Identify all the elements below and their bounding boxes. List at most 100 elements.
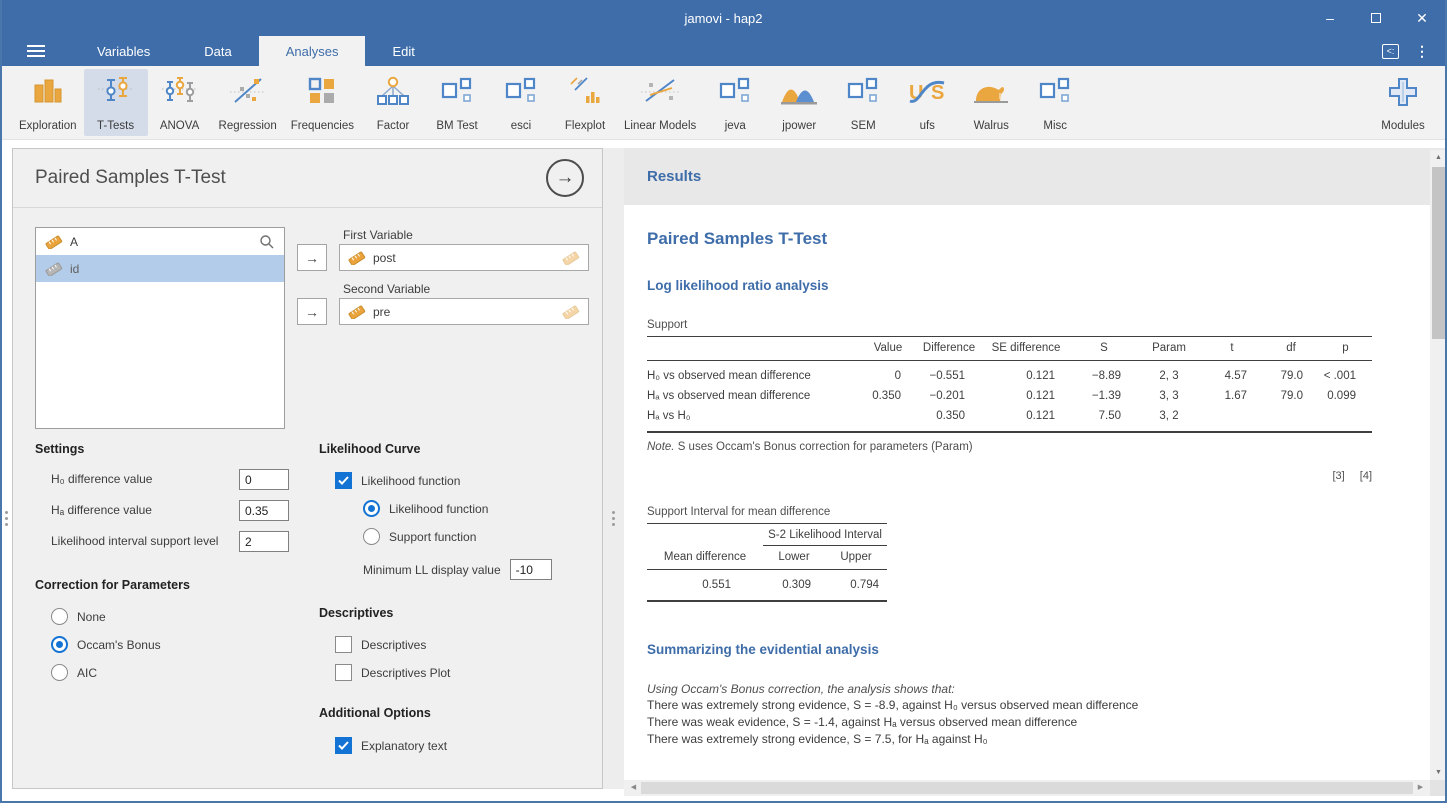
explanatory-text-checkbox-row[interactable]: Explanatory text <box>335 737 447 754</box>
list-item[interactable]: id <box>36 255 284 282</box>
overflow-menu-icon[interactable]: ⋮ <box>1415 43 1429 60</box>
search-icon[interactable] <box>259 234 275 250</box>
correction-heading: Correction for Parameters <box>35 578 190 592</box>
checkbox-checked-icon[interactable] <box>335 737 352 754</box>
assign-second-variable-button[interactable]: → <box>297 298 327 325</box>
radio-selected-icon[interactable] <box>51 636 68 653</box>
support-table-title: Support <box>647 319 688 331</box>
first-variable-label: First Variable <box>343 228 413 242</box>
maximize-button[interactable] <box>1353 0 1399 36</box>
ribbon-item-linear-models[interactable]: Linear Models <box>617 69 703 136</box>
tab-analyses[interactable]: Analyses <box>258 36 366 66</box>
ufs-logo-icon: US <box>907 74 947 107</box>
options-header: Paired Samples T-Test → <box>13 149 602 208</box>
tabbar-right-controls: <: ⋮ <box>1382 36 1445 66</box>
ha-difference-input[interactable] <box>239 500 289 521</box>
results-analysis-title[interactable]: Paired Samples T-Test <box>647 229 1407 249</box>
errorbar-trio-icon <box>161 74 198 107</box>
list-item[interactable]: A <box>36 228 284 255</box>
support-header-row: Value Difference SE difference S Param t… <box>647 336 1372 361</box>
ribbon-item-misc[interactable]: Misc <box>1023 69 1087 136</box>
ribbon-item-factor[interactable]: Factor <box>361 69 425 136</box>
radio-icon[interactable] <box>51 608 68 625</box>
ha-difference-row: Hₐ difference value <box>51 503 152 517</box>
vertical-scroll-thumb[interactable] <box>1432 167 1445 339</box>
radio-icon[interactable] <box>363 528 380 545</box>
window-title: jamovi - hap2 <box>684 10 763 26</box>
walrus-icon <box>972 74 1010 107</box>
ribbon-item-modules[interactable]: Modules <box>1371 69 1435 136</box>
ribbon-item-t-tests[interactable]: T-Tests <box>83 69 148 136</box>
radio-icon[interactable] <box>51 664 68 681</box>
support-interval-table[interactable]: S-2 Likelihood Interval Mean difference … <box>647 523 888 602</box>
close-button[interactable]: ✕ <box>1399 0 1445 36</box>
available-variables-list[interactable]: A id <box>35 227 285 429</box>
descriptives-plot-checkbox-row[interactable]: Descriptives Plot <box>335 664 450 681</box>
results-section-title[interactable]: Log likelihood ratio analysis <box>647 278 1407 293</box>
correction-none-option[interactable]: None <box>51 608 106 625</box>
checkbox-checked-icon[interactable] <box>335 472 352 489</box>
panel-edge-drag-handle[interactable] <box>5 508 8 529</box>
horizontal-scroll-thumb[interactable] <box>641 782 1413 794</box>
assign-first-variable-button[interactable]: → <box>297 244 327 271</box>
checkbox-icon[interactable] <box>335 636 352 653</box>
ribbon-item-exploration[interactable]: Exploration <box>12 69 84 136</box>
errorbar-pair-icon <box>97 74 134 107</box>
ribbon-item-jeva[interactable]: jeva <box>703 69 767 136</box>
ribbon-item-anova[interactable]: ANOVA <box>148 69 212 136</box>
scroll-up-icon[interactable]: ▲ <box>1430 150 1445 165</box>
ribbon-item-esci[interactable]: esci <box>489 69 553 136</box>
first-variable-field[interactable]: post <box>339 244 589 271</box>
ribbon-item-ufs[interactable]: US ufs <box>895 69 959 136</box>
scroll-right-icon[interactable]: ▶ <box>1413 780 1428 796</box>
tab-variables[interactable]: Variables <box>70 36 177 66</box>
scroll-down-icon[interactable]: ▼ <box>1430 765 1445 780</box>
accepted-type-ruler-icon <box>562 251 580 265</box>
ribbon-item-frequencies[interactable]: Frequencies <box>284 69 361 136</box>
radio-selected-icon[interactable] <box>363 500 380 517</box>
interval-support-input[interactable] <box>239 531 289 552</box>
minimize-button[interactable]: – <box>1307 0 1353 36</box>
checkbox-icon[interactable] <box>335 664 352 681</box>
panel-splitter[interactable] <box>603 148 624 789</box>
reference-link[interactable]: [4] <box>1360 470 1372 482</box>
correction-occams-bonus-option[interactable]: Occam's Bonus <box>51 636 161 653</box>
results-horizontal-scrollbar[interactable]: ◀ ▶ <box>624 780 1430 796</box>
results-vertical-scrollbar[interactable]: ▲ ▼ <box>1430 150 1445 780</box>
results-panel: Results Paired Samples T-Test Log likeli… <box>624 148 1445 796</box>
tab-data[interactable]: Data <box>177 36 258 66</box>
correction-aic-option[interactable]: AIC <box>51 664 97 681</box>
likelihood-function-checkbox-row[interactable]: Likelihood function <box>335 472 460 489</box>
ribbon-item-flexplot[interactable]: Flexplot <box>553 69 617 136</box>
support-table[interactable]: Value Difference SE difference S Param t… <box>647 336 1372 433</box>
descriptives-heading: Descriptives <box>319 606 394 620</box>
likelihood-function-radio-row[interactable]: Likelihood function <box>363 500 488 517</box>
min-ll-input[interactable] <box>509 559 552 580</box>
module-squares-icon <box>1038 74 1072 107</box>
ribbon-item-bm-test[interactable]: BM Test <box>425 69 489 136</box>
support-function-radio-row[interactable]: Support function <box>363 528 476 545</box>
ribbon-item-regression[interactable]: Regression <box>212 69 284 136</box>
h0-difference-input[interactable] <box>239 469 289 490</box>
interval-support-row: Likelihood interval support level <box>51 534 219 548</box>
second-variable-field[interactable]: pre <box>339 298 589 325</box>
support-interval-title: Support Interval for mean difference <box>647 506 831 518</box>
settings-heading: Settings <box>35 442 85 456</box>
additional-options-heading: Additional Options <box>319 706 431 720</box>
ribbon-item-jpower[interactable]: jpower <box>767 69 831 136</box>
reference-link[interactable]: [3] <box>1332 470 1344 482</box>
distributions-icon <box>780 74 818 107</box>
ribbon-item-walrus[interactable]: Walrus <box>959 69 1023 136</box>
hamburger-menu-button[interactable] <box>2 36 70 66</box>
results-panel-toggle-icon[interactable]: <: <box>1382 43 1399 59</box>
splitter-drag-handle[interactable] <box>612 508 615 529</box>
collapse-options-button[interactable]: → <box>546 159 584 197</box>
h0-difference-row: H₀ difference value <box>51 472 153 486</box>
scroll-left-icon[interactable]: ◀ <box>626 780 641 796</box>
tab-edit[interactable]: Edit <box>365 36 441 66</box>
ribbon-item-sem[interactable]: SEM <box>831 69 895 136</box>
span-header-row: S-2 Likelihood Interval <box>647 523 888 546</box>
descriptives-checkbox-row[interactable]: Descriptives <box>335 636 426 653</box>
summary-heading[interactable]: Summarizing the evidential analysis <box>647 642 1407 657</box>
close-icon: ✕ <box>1416 9 1428 26</box>
